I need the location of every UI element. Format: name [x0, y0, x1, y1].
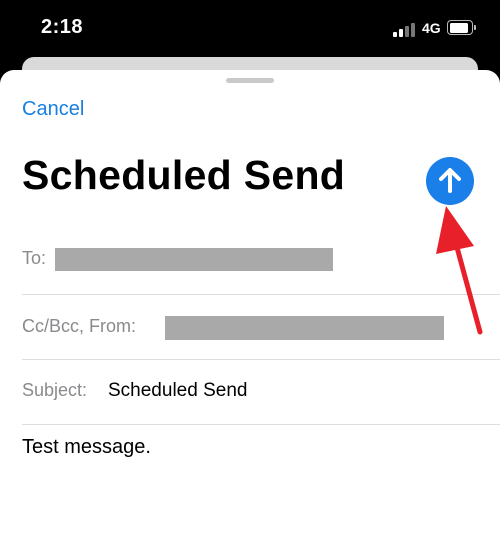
annotation-arrow-icon — [436, 206, 483, 335]
